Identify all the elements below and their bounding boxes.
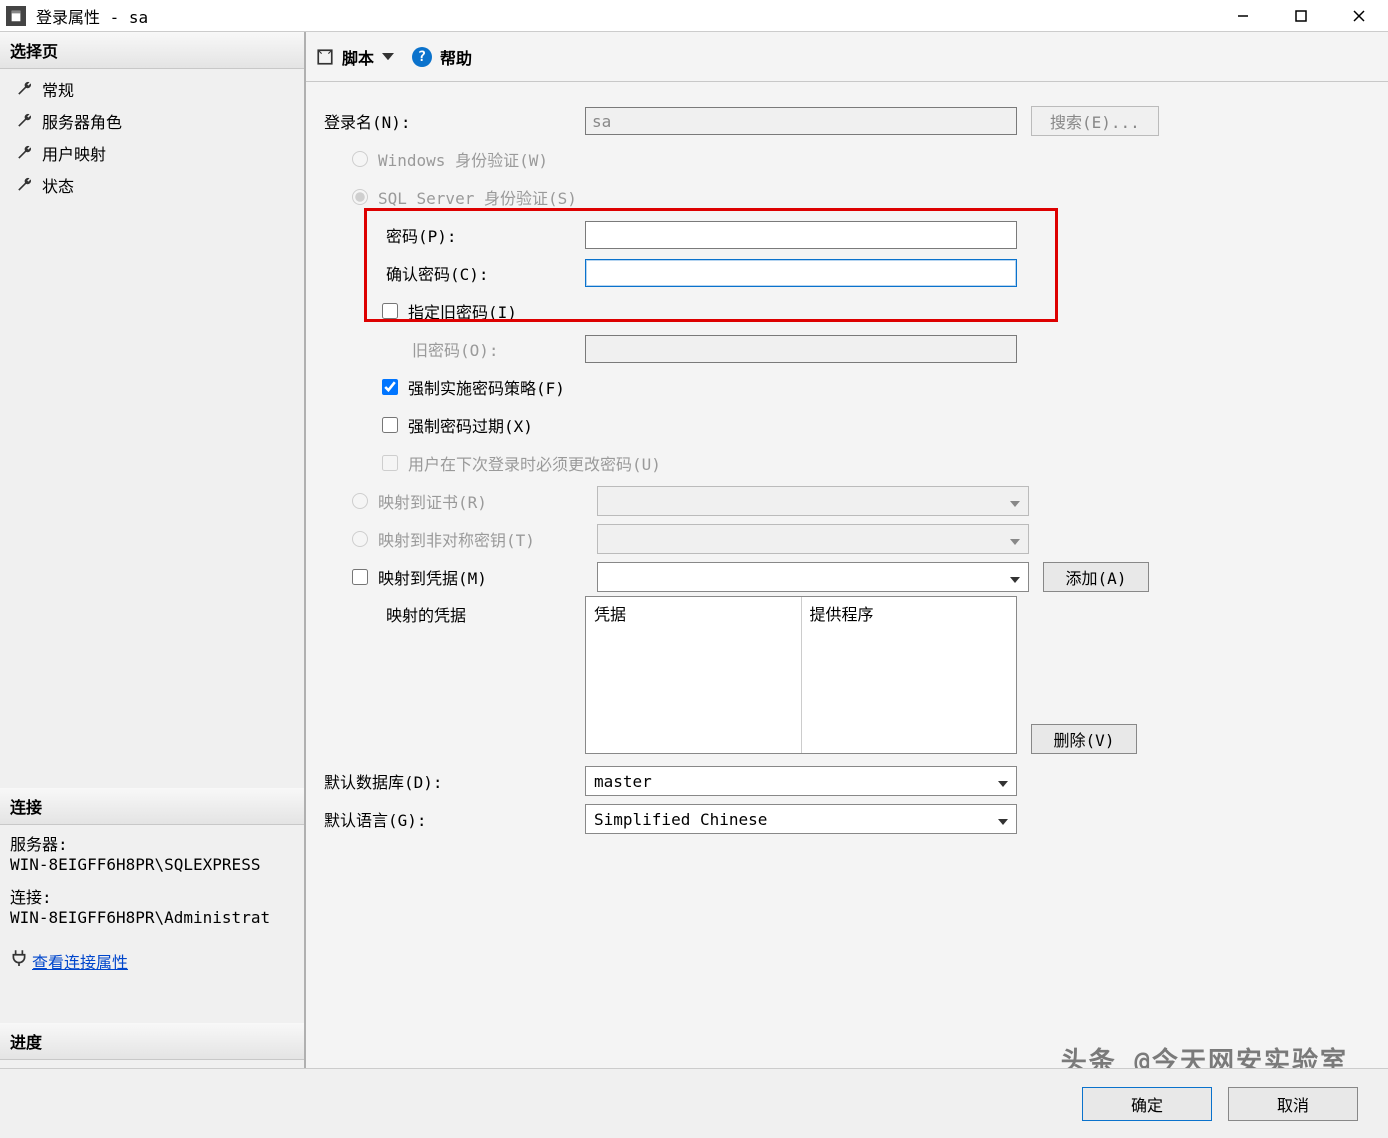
- help-icon: ?: [412, 47, 432, 67]
- page-label: 状态: [42, 173, 74, 197]
- default-lang-value: Simplified Chinese: [594, 810, 767, 829]
- enforce-expire-checkbox[interactable]: [382, 417, 398, 433]
- main-panel: 脚本 ? 帮助 登录名(N): 搜索(E)... Windows 身份验证(W)…: [306, 32, 1388, 1138]
- close-button[interactable]: [1330, 0, 1388, 32]
- map-cred-label: 映射到凭据(M): [378, 565, 597, 589]
- window-title: 登录属性 - sa: [34, 4, 1214, 28]
- default-db-value: master: [594, 772, 652, 791]
- map-asym-label: 映射到非对称密钥(T): [378, 527, 597, 551]
- connection-label: 连接:: [10, 884, 294, 908]
- map-cert-combo: [597, 486, 1029, 516]
- page-label: 常规: [42, 77, 74, 101]
- chevron-down-icon: [1010, 577, 1020, 583]
- page-list: 常规 服务器角色 用户映射 状态: [0, 69, 304, 205]
- specify-old-password-checkbox[interactable]: [382, 303, 398, 319]
- login-name-label: 登录名(N):: [320, 109, 585, 133]
- search-button: 搜索(E)...: [1031, 106, 1159, 136]
- must-change-checkbox: [382, 455, 398, 471]
- specify-old-password-label: 指定旧密码(I): [408, 299, 517, 323]
- server-label: 服务器:: [10, 831, 294, 855]
- mapped-creds-label: 映射的凭据: [382, 596, 585, 626]
- plug-icon: [10, 948, 28, 966]
- default-lang-label: 默认语言(G):: [320, 807, 585, 831]
- sidebar-item-user-mapping[interactable]: 用户映射: [6, 137, 298, 169]
- default-db-label: 默认数据库(D):: [320, 769, 585, 793]
- enforce-expire-label: 强制密码过期(X): [408, 413, 533, 437]
- script-button[interactable]: 脚本: [342, 45, 374, 69]
- login-name-input: [585, 107, 1017, 135]
- sidebar-item-general[interactable]: 常规: [6, 73, 298, 105]
- chevron-down-icon: [1010, 539, 1020, 545]
- connection-block: 服务器: WIN-8EIGFF6H8PR\SQLEXPRESS 连接: WIN-…: [0, 825, 304, 983]
- credentials-table: 凭据 提供程序: [585, 596, 1017, 754]
- auth-sql-radio: [352, 189, 368, 205]
- old-password-label: 旧密码(O):: [408, 337, 585, 361]
- map-asym-radio: [352, 531, 368, 547]
- dialog-footer: 确定 取消: [0, 1068, 1388, 1138]
- auth-sql-label: SQL Server 身份验证(S): [378, 185, 577, 209]
- wrench-icon: [16, 80, 34, 98]
- connection-header: 连接: [0, 788, 304, 825]
- sidebar-item-status[interactable]: 状态: [6, 169, 298, 201]
- confirm-password-label: 确认密码(C):: [382, 261, 585, 285]
- col-provider: 提供程序: [802, 597, 1017, 629]
- page-label: 用户映射: [42, 141, 106, 165]
- script-icon: [316, 48, 334, 66]
- enforce-policy-checkbox[interactable]: [382, 379, 398, 395]
- default-lang-combo[interactable]: Simplified Chinese: [585, 804, 1017, 834]
- chevron-down-icon: [998, 781, 1008, 787]
- view-connection-properties-link[interactable]: 查看连接属性: [32, 949, 128, 973]
- map-cred-checkbox[interactable]: [352, 569, 368, 585]
- app-icon: [6, 6, 26, 26]
- wrench-icon: [16, 112, 34, 130]
- chevron-down-icon: [1010, 501, 1020, 507]
- must-change-label: 用户在下次登录时必须更改密码(U): [408, 451, 661, 475]
- ok-button[interactable]: 确定: [1082, 1087, 1212, 1121]
- maximize-button[interactable]: [1272, 0, 1330, 32]
- minimize-button[interactable]: [1214, 0, 1272, 32]
- old-password-input: [585, 335, 1017, 363]
- auth-windows-label: Windows 身份验证(W): [378, 147, 548, 171]
- page-label: 服务器角色: [42, 109, 122, 133]
- auth-windows-radio: [352, 151, 368, 167]
- title-bar: 登录属性 - sa: [0, 0, 1388, 32]
- password-label: 密码(P):: [382, 223, 585, 247]
- server-value: WIN-8EIGFF6H8PR\SQLEXPRESS: [10, 855, 294, 874]
- map-cert-radio: [352, 493, 368, 509]
- cancel-button[interactable]: 取消: [1228, 1087, 1358, 1121]
- remove-button[interactable]: 删除(V): [1031, 724, 1137, 754]
- add-button[interactable]: 添加(A): [1043, 562, 1149, 592]
- map-asym-combo: [597, 524, 1029, 554]
- confirm-password-input[interactable]: [585, 259, 1017, 287]
- progress-header: 进度: [0, 1023, 304, 1060]
- connection-value: WIN-8EIGFF6H8PR\Administrat: [10, 908, 294, 927]
- wrench-icon: [16, 176, 34, 194]
- password-input[interactable]: [585, 221, 1017, 249]
- select-page-header: 选择页: [0, 32, 304, 69]
- map-cred-combo[interactable]: [597, 562, 1029, 592]
- wrench-icon: [16, 144, 34, 162]
- chevron-down-icon: [998, 819, 1008, 825]
- sidebar: 选择页 常规 服务器角色 用户映射 状态 连接 服务器: WIN-8EIGF: [0, 32, 306, 1138]
- col-credential: 凭据: [586, 597, 801, 629]
- map-cert-label: 映射到证书(R): [378, 489, 597, 513]
- default-db-combo[interactable]: master: [585, 766, 1017, 796]
- help-button[interactable]: 帮助: [440, 45, 472, 69]
- dropdown-arrow-icon[interactable]: [382, 53, 394, 60]
- sidebar-item-server-roles[interactable]: 服务器角色: [6, 105, 298, 137]
- enforce-policy-label: 强制实施密码策略(F): [408, 375, 565, 399]
- toolbar: 脚本 ? 帮助: [306, 32, 1388, 82]
